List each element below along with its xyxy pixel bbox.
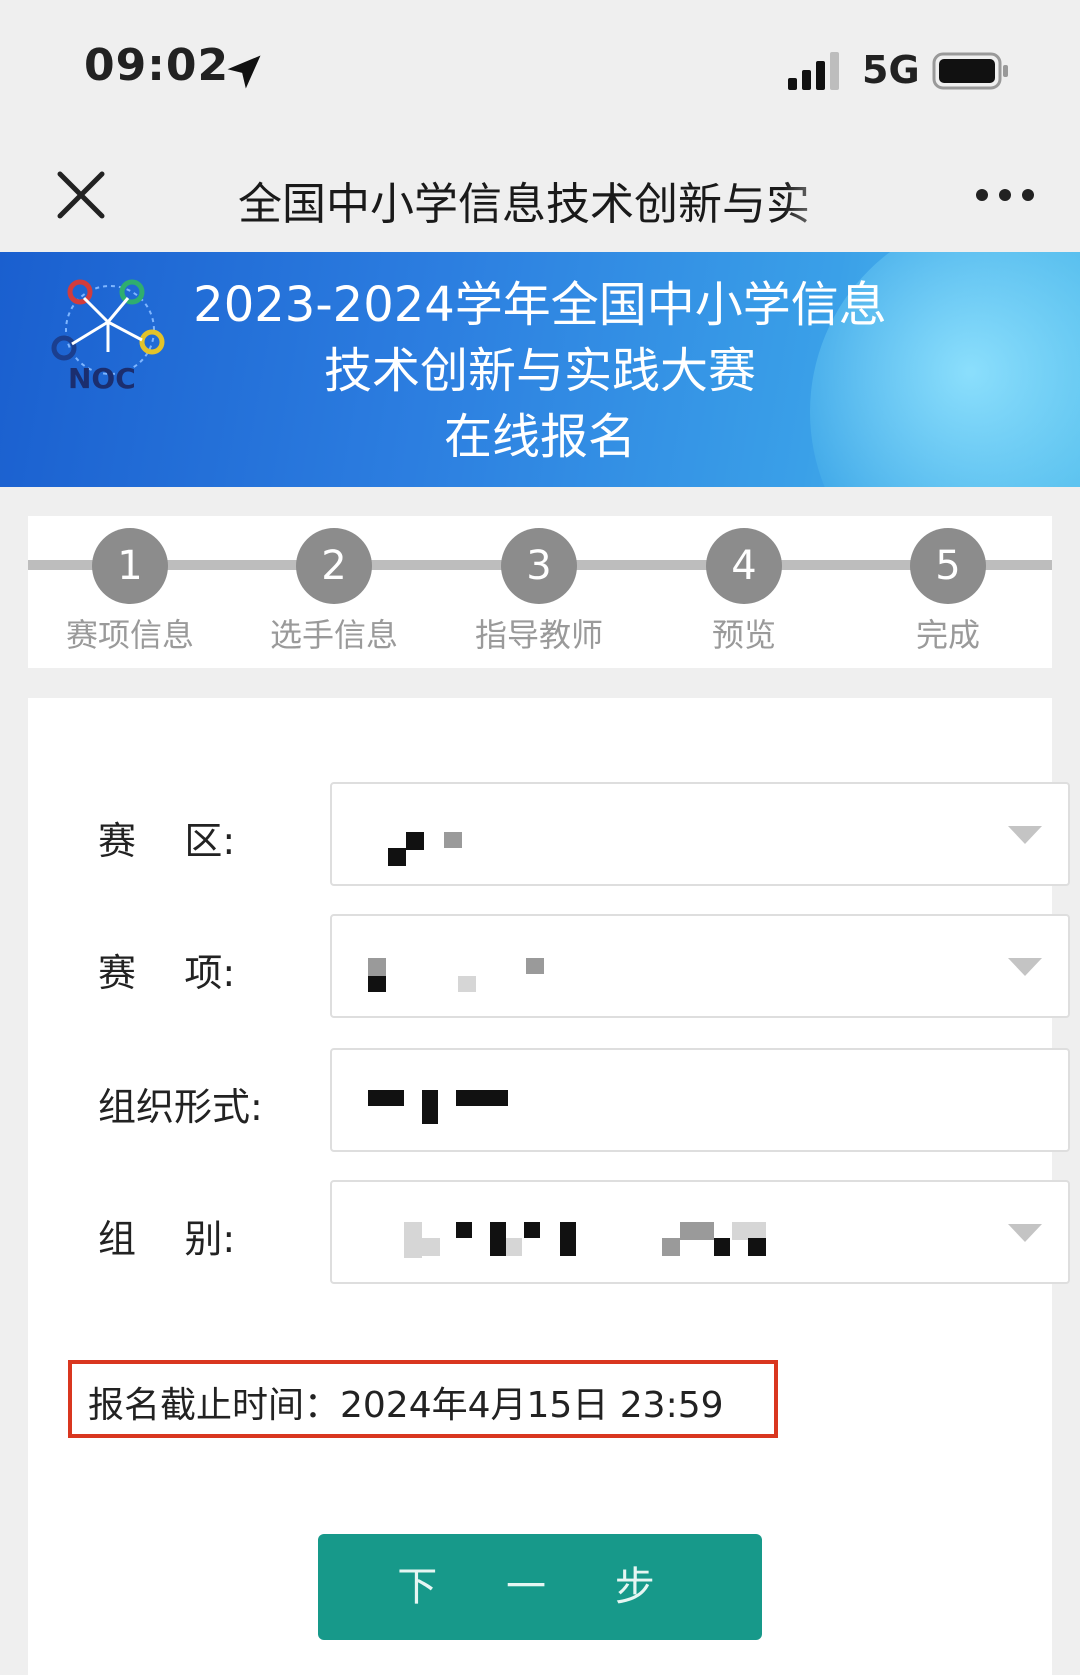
group-row: 组 别:: [28, 1180, 1070, 1284]
more-icon[interactable]: [974, 180, 1036, 210]
step-5: 5 完成: [868, 528, 1028, 656]
svg-text:NOC: NOC: [68, 362, 136, 395]
step-2: 2 选手信息: [254, 528, 414, 656]
step-number: 5: [910, 528, 986, 604]
chevron-down-icon: [1008, 1224, 1042, 1242]
region-row: 赛 区:: [28, 782, 1070, 886]
battery-icon: [932, 52, 1008, 90]
step-number: 3: [501, 528, 577, 604]
registration-form: 赛 区: 赛 项: 组织形式: 组 别: 报名截止时间：2024年4月15日 2…: [28, 698, 1070, 1675]
step-1: 1 赛项信息: [50, 528, 210, 656]
event-select[interactable]: [330, 914, 1070, 1018]
next-step-button[interactable]: 下 一 步: [318, 1534, 762, 1640]
step-label: 选手信息: [269, 616, 398, 654]
org-form-field[interactable]: [330, 1048, 1070, 1152]
group-select[interactable]: [330, 1180, 1070, 1284]
step-label: 赛项信息: [65, 616, 194, 654]
step-label: 完成: [915, 616, 980, 654]
org-form-label: 组织形式:: [98, 1085, 263, 1129]
progress-steps: 1 赛项信息 2 选手信息 3 指导教师 4 预览 5 完成: [28, 516, 1052, 668]
chevron-down-icon: [1008, 826, 1042, 844]
step-4: 4 预览: [664, 528, 824, 656]
nav-bar: 全国中小学信息技术创新与实: [0, 140, 1080, 252]
deadline-text: 报名截止时间：2024年4月15日 23:59: [88, 1385, 724, 1426]
step-number: 4: [706, 528, 782, 604]
region-label: 赛 区:: [98, 819, 236, 863]
status-time: 09:02: [84, 40, 230, 91]
event-banner: NOC 2023-2024学年全国中小学信息 技术创新与实践大赛 在线报名: [0, 252, 1080, 487]
step-label: 预览: [711, 616, 776, 654]
step-number: 1: [92, 528, 168, 604]
step-number: 2: [296, 528, 372, 604]
banner-line-3: 在线报名: [443, 409, 636, 465]
step-label: 指导教师: [474, 616, 603, 654]
signal-icon: [788, 52, 839, 90]
banner-title: 2023-2024学年全国中小学信息 技术创新与实践大赛 在线报名: [160, 272, 920, 470]
banner-line-2: 技术创新与实践大赛: [323, 343, 756, 399]
network-type: 5G: [862, 48, 920, 92]
event-row: 赛 项:: [28, 914, 1070, 1018]
banner-line-1: 2023-2024学年全国中小学信息: [193, 277, 887, 333]
page-title: 全国中小学信息技术创新与实: [238, 179, 810, 230]
status-bar: 09:02 5G: [0, 0, 1080, 140]
chevron-down-icon: [1008, 958, 1042, 976]
noc-logo-icon: NOC: [51, 279, 165, 395]
event-label: 赛 项:: [98, 951, 236, 995]
region-select[interactable]: [330, 782, 1070, 886]
group-label: 组 别:: [98, 1217, 236, 1261]
org-form-row: 组织形式:: [28, 1048, 1070, 1152]
close-icon[interactable]: [52, 166, 110, 224]
deadline-highlight: 报名截止时间：2024年4月15日 23:59: [68, 1360, 778, 1438]
step-3: 3 指导教师: [459, 528, 619, 656]
location-arrow-icon: [227, 55, 261, 89]
